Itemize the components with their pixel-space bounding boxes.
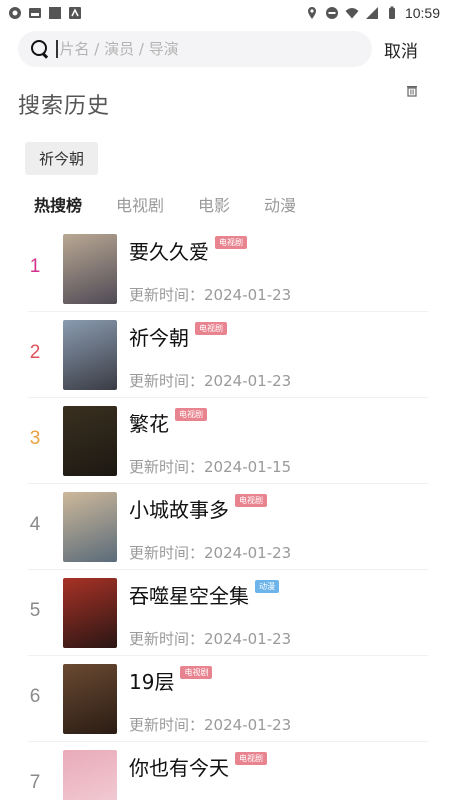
- rank-number: 2: [29, 342, 41, 363]
- title-line: 祈今朝 电视剧: [129, 322, 227, 351]
- poster-image: [63, 234, 117, 304]
- title-line: 19层 电视剧: [129, 666, 213, 695]
- update-line: 更新时间：2024-01-23: [129, 542, 291, 563]
- update-line: 更新时间：2024-01-15: [129, 456, 291, 477]
- status-system: 10:59: [305, 5, 440, 21]
- search-box[interactable]: [18, 31, 372, 67]
- title-line: 繁花 电视剧: [129, 408, 207, 437]
- search-bar: 取消: [18, 30, 438, 68]
- show-title: 你也有今天: [129, 756, 229, 780]
- update-date: 2024-01-23: [204, 544, 292, 562]
- poster-image: [63, 492, 117, 562]
- tab-anime[interactable]: 动漫: [264, 192, 296, 216]
- battery-icon: [388, 6, 395, 19]
- tab-hot-search[interactable]: 热搜榜: [34, 192, 82, 216]
- show-title: 小城故事多: [129, 498, 229, 522]
- list-item[interactable]: 5 吞噬星空全集 动漫 更新时间：2024-01-23: [0, 570, 450, 656]
- title-line: 要久久爱 电视剧: [129, 236, 247, 265]
- location-icon: [307, 7, 316, 19]
- tab-movies[interactable]: 电影: [198, 192, 230, 216]
- category-badge: 电视剧: [195, 322, 227, 335]
- update-label: 更新时间：: [129, 286, 205, 304]
- update-date: 2024-01-23: [204, 716, 292, 734]
- category-badge: 电视剧: [235, 752, 267, 765]
- title-line: 你也有今天 电视剧: [129, 752, 267, 781]
- title-line: 小城故事多 电视剧: [129, 494, 267, 523]
- list-item[interactable]: 2 祈今朝 电视剧 更新时间：2024-01-23: [0, 312, 450, 398]
- app-notification-icon: [69, 7, 81, 19]
- update-label: 更新时间：: [129, 544, 205, 562]
- update-line: 更新时间：2024-01-23: [129, 714, 291, 735]
- category-badge: 电视剧: [215, 236, 247, 249]
- image-notification-icon: [29, 8, 41, 18]
- poster-image: [63, 406, 117, 476]
- text-cursor: [56, 40, 58, 58]
- poster-image: [63, 320, 117, 390]
- show-title: 要久久爱: [129, 240, 209, 264]
- poster-image: [63, 664, 117, 734]
- show-title: 祈今朝: [129, 326, 189, 350]
- update-label: 更新时间：: [129, 716, 205, 734]
- minus-circle-icon: [325, 7, 338, 19]
- search-icon: [30, 39, 50, 59]
- trash-icon[interactable]: [405, 84, 419, 98]
- update-date: 2024-01-23: [204, 286, 292, 304]
- list-item[interactable]: 1 要久久爱 电视剧 更新时间：2024-01-23: [0, 226, 450, 312]
- update-label: 更新时间：: [129, 372, 205, 390]
- title-line: 吞噬星空全集 动漫: [129, 580, 279, 609]
- rank-number: 5: [29, 600, 41, 621]
- poster-image: [63, 750, 117, 800]
- rank-number: 7: [29, 772, 41, 793]
- update-line: 更新时间：2024-01-23: [129, 284, 291, 305]
- status-bar: 10:59: [0, 0, 450, 26]
- update-line: 更新时间：2024-01-23: [129, 628, 291, 649]
- search-input[interactable]: [59, 40, 350, 58]
- update-line: 更新时间：2024-01-23: [129, 370, 291, 391]
- list-item[interactable]: 7 你也有今天 电视剧: [0, 742, 450, 800]
- show-title: 吞噬星空全集: [129, 584, 249, 608]
- show-title: 19层: [129, 670, 175, 694]
- history-chip[interactable]: 祈今朝: [25, 142, 99, 175]
- category-badge: 电视剧: [235, 494, 267, 507]
- show-title: 繁花: [129, 412, 169, 436]
- update-date: 2024-01-23: [204, 372, 292, 390]
- update-label: 更新时间：: [129, 458, 205, 476]
- search-history-title: 搜索历史: [18, 94, 111, 119]
- category-tabs: 热搜榜 电视剧 电影 动漫: [34, 192, 330, 216]
- square-notification-icon: [49, 7, 61, 19]
- hot-search-list: 1 要久久爱 电视剧 更新时间：2024-01-23 2 祈今朝 电视剧 更新时间：…: [0, 226, 450, 800]
- list-item[interactable]: 6 19层 电视剧 更新时间：2024-01-23: [0, 656, 450, 742]
- category-badge: 动漫: [255, 580, 279, 593]
- rank-number: 6: [29, 686, 41, 707]
- rank-number: 3: [29, 428, 41, 449]
- status-notifications: [8, 6, 82, 20]
- poster-image: [63, 578, 117, 648]
- update-date: 2024-01-23: [204, 630, 292, 648]
- cancel-button[interactable]: 取消: [384, 37, 418, 62]
- update-label: 更新时间：: [129, 630, 205, 648]
- category-badge: 电视剧: [175, 408, 207, 421]
- signal-icon: [365, 7, 378, 19]
- tab-tv-series[interactable]: 电视剧: [116, 192, 164, 216]
- category-badge: 电视剧: [180, 666, 213, 679]
- update-date: 2024-01-15: [204, 458, 292, 476]
- rank-number: 1: [29, 256, 41, 277]
- list-item[interactable]: 4 小城故事多 电视剧 更新时间：2024-01-23: [0, 484, 450, 570]
- settings-notification-icon: [9, 7, 21, 19]
- wifi-icon: [345, 8, 359, 19]
- clock: 10:59: [404, 5, 440, 21]
- rank-number: 4: [29, 514, 41, 535]
- list-item[interactable]: 3 繁花 电视剧 更新时间：2024-01-15: [0, 398, 450, 484]
